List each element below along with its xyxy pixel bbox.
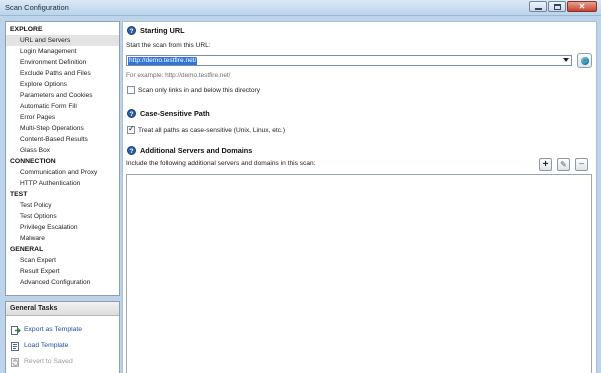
revert-icon xyxy=(11,358,19,367)
sidebar-item-http-authentication[interactable]: HTTP Authentication xyxy=(6,178,119,189)
sidebar-item-environment-definition[interactable]: Environment Definition xyxy=(6,57,119,68)
starting-url-input[interactable]: http://demo.testfire.net/ xyxy=(128,57,198,65)
sidebar-item-scan-expert[interactable]: Scan Expert xyxy=(6,255,119,266)
sidebar-item-test-options[interactable]: Test Options xyxy=(6,211,119,222)
sidebar-item-explore-options[interactable]: Explore Options xyxy=(6,79,119,90)
case-sensitive-title: Case-Sensitive Path xyxy=(140,109,210,118)
sidebar-item-glass-box[interactable]: Glass Box xyxy=(6,145,119,156)
sidebar-item-error-pages[interactable]: Error Pages xyxy=(6,112,119,123)
load-template-label: Load Template xyxy=(24,342,69,349)
additional-servers-list[interactable] xyxy=(126,174,592,373)
help-icon[interactable]: ? xyxy=(127,146,136,155)
sidebar-item-malware[interactable]: Malware xyxy=(6,233,119,244)
additional-servers-prompt: Include the following additional servers… xyxy=(126,160,316,167)
help-icon[interactable]: ? xyxy=(127,26,136,35)
category-connection: CONNECTION xyxy=(10,158,56,165)
sidebar-item-parameters-cookies[interactable]: Parameters and Cookies xyxy=(6,90,119,101)
scan-only-below-label: Scan only links in and below this direct… xyxy=(138,86,261,94)
general-tasks-header: General Tasks xyxy=(6,302,119,316)
sidebar-item-login-management[interactable]: Login Management xyxy=(6,46,119,57)
starting-url-example: For example: http://demo.testfire.net/ xyxy=(126,72,231,79)
case-sensitive-label: Treat all paths as case-sensitive (Unix,… xyxy=(138,126,286,134)
scan-only-below-checkbox[interactable] xyxy=(127,86,135,94)
sidebar-item-test-policy[interactable]: Test Policy xyxy=(6,200,119,211)
revert-to-saved-label: Revert to Saved xyxy=(24,358,73,365)
check-icon: ✓ xyxy=(128,124,135,133)
category-test: TEST xyxy=(10,191,28,198)
maximize-icon xyxy=(554,4,561,10)
window-title: Scan Configuration xyxy=(5,3,69,12)
minus-icon: − xyxy=(578,159,585,170)
help-icon[interactable]: ? xyxy=(127,109,136,118)
close-button[interactable]: ✕ xyxy=(567,1,597,12)
category-general: GENERAL xyxy=(10,246,44,253)
minimize-button[interactable] xyxy=(529,1,547,12)
window-controls: ✕ xyxy=(529,1,597,12)
url-and-servers-panel: ? Starting URL Start the scan from this … xyxy=(122,21,597,373)
sidebar-item-communication-proxy[interactable]: Communication and Proxy xyxy=(6,167,119,178)
globe-land-icon xyxy=(583,59,586,62)
open-in-browser-button[interactable] xyxy=(577,53,592,68)
load-template-link[interactable]: Load Template xyxy=(6,338,119,354)
sidebar-item-multi-step-operations[interactable]: Multi-Step Operations xyxy=(6,123,119,134)
general-tasks-panel: General Tasks Export as Template Load Te… xyxy=(5,301,120,373)
category-explore: EXPLORE xyxy=(10,26,43,33)
title-bar: Scan Configuration ✕ xyxy=(0,0,601,16)
case-sensitive-header: ? Case-Sensitive Path xyxy=(127,108,210,119)
export-as-template-label: Export as Template xyxy=(24,326,83,333)
plus-icon: + xyxy=(542,159,549,170)
scan-only-below-option[interactable]: Scan only links in and below this direct… xyxy=(127,85,260,95)
sidebar-item-privilege-escalation[interactable]: Privilege Escalation xyxy=(6,222,119,233)
additional-servers-title: Additional Servers and Domains xyxy=(140,146,253,155)
pencil-icon: ✎ xyxy=(560,160,567,169)
sidebar-item-result-expert[interactable]: Result Expert xyxy=(6,266,119,277)
edit-server-button[interactable]: ✎ xyxy=(557,158,570,171)
remove-server-button[interactable]: − xyxy=(575,158,588,171)
case-sensitive-option[interactable]: ✓ Treat all paths as case-sensitive (Uni… xyxy=(127,124,286,135)
revert-to-saved-link[interactable]: Revert to Saved xyxy=(6,354,119,370)
starting-url-combobox[interactable]: http://demo.testfire.net/ xyxy=(126,55,572,66)
sidebar-item-url-and-servers[interactable]: URL and Servers xyxy=(6,35,119,46)
minimize-icon xyxy=(535,8,542,10)
sidebar-item-automatic-form-fill[interactable]: Automatic Form Fill xyxy=(6,101,119,112)
case-sensitive-checkbox[interactable]: ✓ xyxy=(127,124,135,134)
export-icon xyxy=(11,326,21,335)
starting-url-header: ? Starting URL xyxy=(127,25,185,36)
close-icon: ✕ xyxy=(578,2,586,11)
sidebar-item-content-based-results[interactable]: Content-Based Results xyxy=(6,134,119,145)
starting-url-prompt: Start the scan from this URL: xyxy=(126,42,211,49)
additional-servers-header: ? Additional Servers and Domains xyxy=(127,145,252,156)
sidebar-item-advanced-configuration[interactable]: Advanced Configuration xyxy=(6,277,119,288)
starting-url-title: Starting URL xyxy=(140,26,185,35)
maximize-button[interactable] xyxy=(548,1,566,12)
add-server-button[interactable]: + xyxy=(539,158,552,171)
load-icon xyxy=(11,342,19,351)
config-sidebar: EXPLORE URL and Servers Login Management… xyxy=(5,21,120,296)
chevron-down-icon[interactable] xyxy=(563,58,569,62)
export-as-template-link[interactable]: Export as Template xyxy=(6,322,119,338)
sidebar-item-exclude-paths[interactable]: Exclude Paths and Files xyxy=(6,68,119,79)
